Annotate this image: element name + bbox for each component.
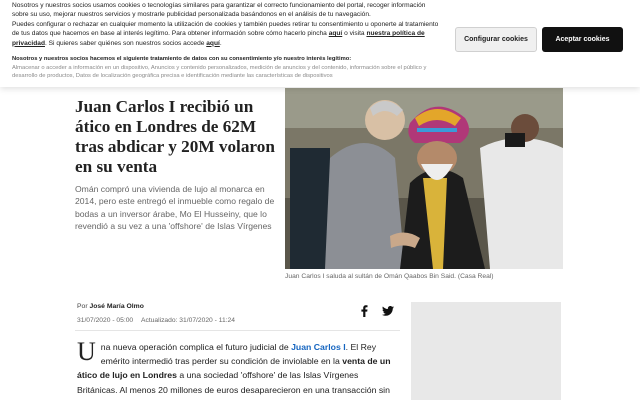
cookie-link-here-1[interactable]: aquí <box>329 30 343 37</box>
byline-divider <box>75 330 400 331</box>
configure-cookies-button[interactable]: Configurar cookies <box>455 27 537 52</box>
cookie-banner: Nosotros y nuestros socios usamos cookie… <box>0 0 640 87</box>
share-facebook-button[interactable] <box>356 303 371 318</box>
article-headline: Juan Carlos I recibió un ático en Londre… <box>75 97 275 176</box>
article-body: Una nueva operación complica el futuro j… <box>77 337 397 400</box>
share-twitter-button[interactable] <box>380 303 395 318</box>
ad-placeholder <box>411 302 561 400</box>
article-dates: 31/07/2020 - 05:00 Actualizado: 31/07/20… <box>77 317 235 324</box>
body-text-1: na nueva operación complica el futuro ju… <box>100 342 292 352</box>
cookie-purposes: Nosotros y nuestros socios hacemos el si… <box>12 55 442 81</box>
author-link[interactable]: José María Olmo <box>89 303 143 310</box>
cookie-text-partners: . Si quieres saber quiénes son nuestros … <box>44 39 207 47</box>
published-date: 31/07/2020 - 05:00 <box>77 317 134 324</box>
cookie-purposes-detail: Almacenar o acceder a información en un … <box>12 64 427 80</box>
article-summary: Omán compró una vivienda de lujo al mona… <box>75 184 275 231</box>
cookie-text-or-visit: o visita <box>342 30 367 38</box>
cookie-text-intro: Nosotros y nuestros socios usamos cookie… <box>12 2 426 19</box>
article-photo <box>285 88 563 269</box>
facebook-icon <box>360 304 367 317</box>
cookie-text-end: . <box>219 39 222 47</box>
accept-cookies-button[interactable]: Aceptar cookies <box>542 27 623 52</box>
byline-prefix: Por <box>77 303 88 310</box>
cookie-link-here-2[interactable]: aquí <box>206 40 220 47</box>
juan-carlos-link[interactable]: Juan Carlos I <box>291 342 346 352</box>
byline: Por José María Olmo <box>77 303 144 310</box>
updated-date: Actualizado: 31/07/2020 - 11:24 <box>141 317 235 324</box>
twitter-icon <box>381 305 394 316</box>
drop-cap: U <box>77 337 96 366</box>
photo-caption: Juan Carlos I saluda al sultán de Omán Q… <box>285 273 494 280</box>
cookie-text: Nosotros y nuestros socios usamos cookie… <box>12 1 442 48</box>
cookie-purposes-heading: Nosotros y nuestros socios hacemos el si… <box>12 56 352 62</box>
photo-illustration <box>285 88 563 269</box>
